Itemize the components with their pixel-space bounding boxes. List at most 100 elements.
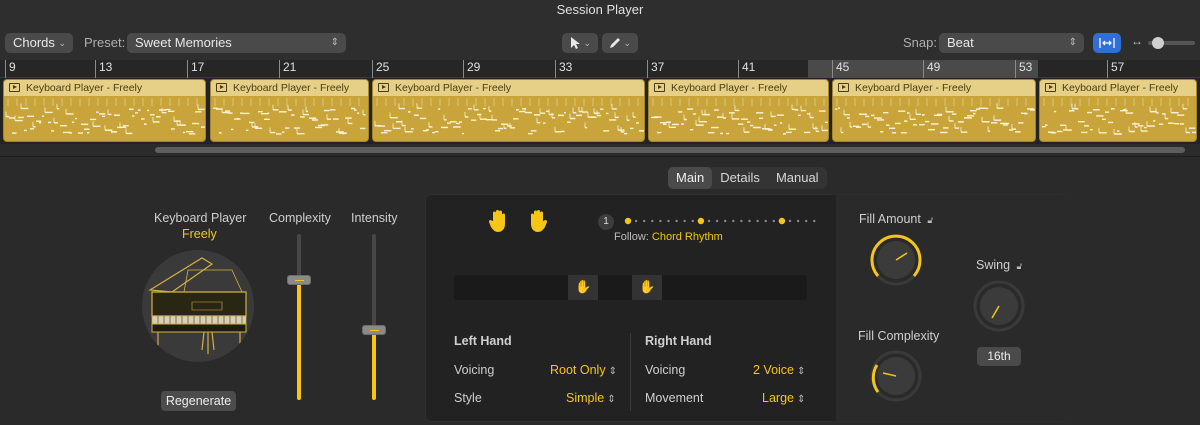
beat-dot[interactable] — [732, 219, 735, 223]
follow-row[interactable]: Follow: Chord Rhythm — [614, 231, 723, 243]
beat-dot[interactable] — [651, 219, 654, 223]
session-player-icon — [654, 83, 665, 92]
beat-dot[interactable] — [707, 219, 711, 223]
tab-main[interactable]: Main — [668, 167, 713, 189]
ruler-bar-9: 9 — [5, 60, 16, 78]
beat-dot[interactable] — [788, 219, 792, 223]
hand-range-bar[interactable]: ✋ ✋ — [454, 275, 807, 300]
beat-dot-active[interactable] — [778, 217, 786, 225]
snap-to-grid-button[interactable] — [1093, 33, 1121, 53]
left-hand-range-handle[interactable]: ✋ — [568, 275, 598, 300]
fill-amount-label: Fill Amount 🔓︎ — [859, 212, 933, 226]
up-down-chevron-icon: ⇕ — [796, 394, 806, 405]
swing-text: Swing — [976, 258, 1011, 272]
zoom-slider-thumb[interactable] — [1152, 37, 1164, 49]
follow-label: Follow: — [614, 231, 649, 243]
up-down-chevron-icon: ⇕ — [797, 366, 806, 377]
beat-dot[interactable] — [772, 219, 775, 223]
beat-dot[interactable] — [643, 219, 646, 223]
session-player-region[interactable]: Keyboard Player - Freely — [648, 79, 829, 142]
complexity-slider-thumb[interactable] — [287, 275, 311, 286]
horizontal-scrollbar[interactable] — [155, 147, 1185, 153]
left-style-select[interactable]: Simple ⇕ — [566, 391, 616, 405]
beat-dot[interactable] — [724, 219, 727, 223]
intensity-slider-thumb[interactable] — [362, 325, 386, 336]
beat-dot-active[interactable] — [697, 217, 705, 225]
fill-amount-knob[interactable] — [869, 233, 923, 287]
up-down-chevron-icon: ⇕ — [330, 37, 339, 48]
region-name: Keyboard Player - Freely — [833, 80, 1035, 96]
tab-manual[interactable]: Manual — [768, 167, 827, 189]
swing-label: Swing 🔓︎ — [976, 258, 1022, 272]
beat-dot[interactable] — [740, 219, 743, 223]
left-style-value: Simple — [566, 391, 605, 405]
fill-section: Fill Amount 🔓︎ Fill Complexity Swing 🔓︎ — [836, 195, 1068, 421]
right-hand-title: Right Hand — [645, 334, 712, 348]
beat-dot[interactable] — [715, 219, 719, 223]
fill-complexity-knob[interactable] — [869, 349, 923, 403]
session-player-editor: Main Details Manual Keyboard Player Free… — [0, 156, 1200, 425]
beat-dot[interactable] — [805, 219, 808, 223]
left-hand-icon[interactable] — [488, 209, 510, 233]
preset-dropdown[interactable]: Sweet Memories ⇕ — [127, 33, 346, 53]
beat-dot[interactable] — [796, 219, 800, 223]
pointer-tool-menu[interactable]: ⌄ — [562, 33, 598, 53]
timeline-ruler[interactable]: 9 13 17 21 25 29 33 37 41 45 49 53 57 — [0, 60, 1200, 78]
swing-knob[interactable] — [972, 279, 1026, 333]
right-movement-select[interactable]: Large ⇕ — [762, 391, 805, 405]
session-player-icon — [378, 83, 389, 92]
pointer-tool-icon — [571, 37, 580, 49]
beat-dot[interactable] — [813, 219, 816, 223]
session-player-icon — [838, 83, 849, 92]
left-voicing-select[interactable]: Root Only ⇕ — [550, 363, 617, 377]
beat-dot[interactable] — [667, 219, 670, 223]
region-name: Keyboard Player - Freely — [211, 80, 368, 96]
pencil-tool-icon — [610, 38, 620, 48]
right-voicing-value: 2 Voice — [753, 363, 795, 377]
ruler-bar-33: 33 — [555, 60, 572, 78]
zoom-slider[interactable] — [1148, 37, 1195, 49]
session-player-region[interactable]: Keyboard Player - Freely — [1039, 79, 1197, 142]
session-player-icon — [216, 83, 227, 92]
beat-dot[interactable] — [675, 219, 678, 223]
beat-dot-active[interactable] — [624, 217, 632, 225]
session-player-region[interactable]: Keyboard Player - Freely — [3, 79, 206, 142]
beat-dot[interactable] — [691, 219, 694, 223]
right-hand-range-handle[interactable]: ✋ — [632, 275, 662, 300]
snap-dropdown[interactable]: Beat ⇕ — [939, 33, 1084, 53]
session-player-region[interactable]: Keyboard Player - Freely — [832, 79, 1036, 142]
chevron-down-icon: ⌄ — [623, 38, 631, 48]
player-avatar[interactable] — [142, 250, 254, 362]
midi-notes-preview — [213, 98, 366, 135]
tab-details[interactable]: Details — [712, 167, 768, 189]
beat-dot[interactable] — [756, 219, 759, 223]
beat-dot[interactable] — [764, 219, 767, 223]
right-voicing-select[interactable]: 2 Voice ⇕ — [753, 363, 805, 377]
rhythm-pattern[interactable] — [624, 215, 824, 227]
hands-divider — [630, 333, 631, 411]
chevron-down-icon: ⌄ — [58, 38, 66, 48]
lock-icon[interactable]: 🔓︎ — [1017, 261, 1023, 271]
window-title: Session Player — [0, 0, 1200, 22]
right-hand-icon[interactable] — [526, 209, 548, 233]
session-player-region[interactable]: Keyboard Player - Freely — [210, 79, 369, 142]
snap-value: Beat — [947, 35, 974, 50]
track-type-dropdown[interactable]: Chords ⌄ — [5, 33, 73, 53]
regenerate-button[interactable]: Regenerate — [161, 391, 236, 411]
track-lane[interactable]: Keyboard Player - Freely Keyboard Player … — [0, 78, 1200, 144]
pencil-tool-menu[interactable]: ⌄ — [602, 33, 638, 53]
beat-dot[interactable] — [659, 219, 662, 223]
snap-to-grid-icon — [1099, 38, 1115, 48]
lock-icon[interactable]: 🔓︎ — [927, 215, 933, 225]
beat-dot[interactable] — [683, 219, 686, 223]
beat-dot[interactable] — [748, 219, 751, 223]
up-down-chevron-icon: ⇕ — [608, 366, 617, 377]
ruler-bar-13: 13 — [95, 60, 112, 78]
beat-dot[interactable] — [634, 219, 638, 223]
ruler-bar-25: 25 — [372, 60, 389, 78]
preset-label: Preset: — [84, 35, 126, 50]
chevron-down-icon: ⌄ — [583, 38, 591, 48]
swing-resolution-button[interactable]: 16th — [977, 347, 1021, 366]
session-player-region[interactable]: Keyboard Player - Freely — [372, 79, 645, 142]
beat-number: 1 — [603, 216, 609, 227]
